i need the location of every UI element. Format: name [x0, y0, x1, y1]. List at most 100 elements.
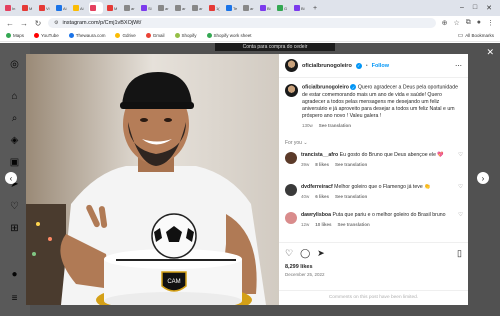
install-icon[interactable]: ⊕ — [442, 19, 448, 27]
author-username[interactable]: oficialbrunogoleiro — [302, 63, 352, 69]
comment-age[interactable]: 39w — [301, 162, 309, 169]
commenter-username[interactable]: dawrylisboa — [301, 212, 331, 218]
comment-like-icon[interactable]: ♡ — [458, 212, 463, 229]
bookmark-item[interactable]: Gmail — [145, 33, 165, 38]
bookmark-label: Shopify — [181, 33, 197, 38]
browser-tab[interactable]: Vi — [38, 2, 52, 14]
tab-title: ar — [131, 5, 135, 11]
minimize-icon[interactable]: – — [460, 4, 464, 12]
bookmark-item[interactable]: YouTube — [34, 33, 59, 38]
previous-post-button[interactable]: ‹ — [5, 172, 17, 184]
address-bar[interactable]: ⚙ instagram.com/p/Cmj1vBXOjWt/ — [48, 18, 436, 28]
folder-icon: ▭ — [457, 33, 464, 39]
comment-like-icon[interactable]: ♡ — [458, 184, 463, 201]
browser-tab[interactable]: ar — [174, 2, 188, 14]
bookmark-favicon-icon — [68, 33, 74, 38]
back-icon[interactable]: ← — [6, 19, 14, 28]
forward-icon[interactable]: → — [20, 19, 28, 28]
bookmark-item[interactable]: Shopify work sheet — [206, 33, 252, 38]
tab-favicon-icon — [73, 5, 79, 11]
bookmark-label: Gdrive — [122, 33, 136, 38]
bookmark-star-icon[interactable]: ☆ — [453, 19, 459, 27]
caption-username[interactable]: oficialbrunogoleiro — [302, 85, 349, 91]
caption-author-avatar[interactable] — [285, 84, 298, 97]
follow-button[interactable]: Follow — [372, 63, 389, 69]
browser-tab[interactable]: ar — [191, 2, 205, 14]
caption-age[interactable]: 130w — [302, 123, 313, 128]
browser-tab[interactable]: M — [21, 2, 35, 14]
feed-banner-text: Conta para compra do cedeir — [215, 43, 335, 51]
browser-tab[interactable]: Ai — [72, 2, 86, 14]
browser-tab[interactable]: Bi — [293, 2, 307, 14]
comment-likes[interactable]: 6 likes — [315, 194, 329, 201]
comment-likes[interactable]: 10 likes — [315, 222, 331, 229]
browser-tab[interactable]: In — [4, 2, 18, 14]
browser-tab[interactable]: 1( — [208, 2, 222, 14]
browser-tab[interactable]: Sl — [140, 2, 154, 14]
share-icon[interactable]: ➤ — [317, 248, 325, 259]
comment-like-icon[interactable]: ♡ — [458, 152, 463, 169]
next-post-button[interactable]: › — [477, 172, 489, 184]
maximize-icon[interactable]: □ — [473, 4, 477, 12]
comments-limited-notice: Comments on this post have been limited. — [279, 290, 468, 300]
browser-toolbar: ← → ↻ ⚙ instagram.com/p/Cmj1vBXOjWt/ ⊕ ☆… — [0, 16, 500, 30]
browser-tab[interactable]: ar — [242, 2, 256, 14]
browser-tab[interactable]: Bi — [259, 2, 273, 14]
all-bookmarks-button[interactable]: ▭ All Bookmarks — [458, 32, 494, 39]
tab-title: Vi — [46, 5, 50, 11]
bookmark-item[interactable]: Shopify — [174, 33, 197, 38]
browser-tab[interactable]: G — [276, 2, 290, 14]
site-info-icon[interactable]: ⚙ — [54, 20, 58, 26]
for-you-sort[interactable]: For you ⌄ — [285, 140, 308, 146]
comment-age[interactable]: 40w — [301, 194, 309, 201]
comment-likes[interactable]: 8 likes — [315, 162, 329, 169]
see-translation-link[interactable]: See translation — [319, 123, 351, 128]
likes-count[interactable]: 8,299 likes — [285, 264, 462, 270]
tab-favicon-icon — [294, 5, 300, 11]
commenter-username[interactable]: dvdferreiracf — [301, 184, 333, 190]
close-icon[interactable]: ✕ — [486, 47, 494, 58]
browser-tabstrip: In M Vi Ai Ai Mar Sl ar ar ar 1(Te ar Bi G Bi + – □ ✕ — [0, 0, 500, 16]
window-controls: – □ ✕ — [460, 4, 500, 12]
author-avatar[interactable] — [285, 59, 298, 72]
post-photo[interactable]: CAM — [26, 54, 279, 305]
caption-text: oficialbrunogoleiro ✓ Quero agradecer a … — [302, 84, 463, 120]
menu-icon[interactable]: ⋮ — [487, 19, 494, 27]
bookmark-favicon-icon — [6, 33, 11, 38]
browser-tab[interactable]: Ai — [55, 2, 69, 14]
browser-tab[interactable]: Te — [225, 2, 239, 14]
new-tab-icon[interactable]: + — [313, 5, 317, 12]
more-options-icon[interactable]: ⋯ — [455, 62, 462, 70]
comment-see-translation[interactable]: See translation — [335, 162, 367, 169]
close-window-icon[interactable]: ✕ — [486, 4, 492, 12]
browser-tab[interactable]: ar — [123, 2, 137, 14]
browser-tab[interactable] — [89, 2, 103, 14]
commenter-avatar[interactable] — [285, 212, 297, 224]
bookmark-item[interactable]: Maps — [6, 33, 24, 38]
save-bookmark-icon[interactable]: ▯ — [457, 248, 462, 259]
browser-tab[interactable]: ar — [157, 2, 171, 14]
bookmark-item[interactable]: Thewaura.com — [68, 33, 105, 38]
tab-title: ar — [165, 5, 169, 11]
bookmark-item[interactable]: Gdrive — [115, 33, 136, 38]
commenter-avatar[interactable] — [285, 152, 297, 164]
comment-age[interactable]: 12w — [301, 222, 309, 229]
commenter-username[interactable]: trancista__afro — [301, 152, 338, 158]
post-date: December 25, 2022 — [285, 272, 325, 277]
comment-text: Eu gosto do Bruno que Deus abençoe ele 💖 — [339, 152, 444, 158]
tab-favicon-icon — [175, 5, 181, 11]
post-details-panel: oficialbrunogoleiro ✓ • Follow ⋯ oficial… — [279, 54, 468, 305]
tab-title: 1( — [216, 5, 220, 11]
like-heart-icon[interactable]: ♡ — [285, 248, 293, 259]
comment-see-translation[interactable]: See translation — [338, 222, 370, 229]
reload-icon[interactable]: ↻ — [34, 19, 42, 28]
browser-tab[interactable]: M — [106, 2, 120, 14]
profile-icon[interactable]: ● — [477, 19, 481, 27]
chevron-left-icon: ‹ — [9, 173, 13, 183]
commenter-avatar[interactable] — [285, 184, 297, 196]
tab-title: ar — [199, 5, 203, 11]
comment-icon[interactable]: ◯ — [300, 248, 310, 259]
extensions-icon[interactable]: ⧉ — [466, 19, 471, 27]
comment-see-translation[interactable]: See translation — [335, 194, 367, 201]
tab-favicon-icon — [226, 5, 232, 11]
